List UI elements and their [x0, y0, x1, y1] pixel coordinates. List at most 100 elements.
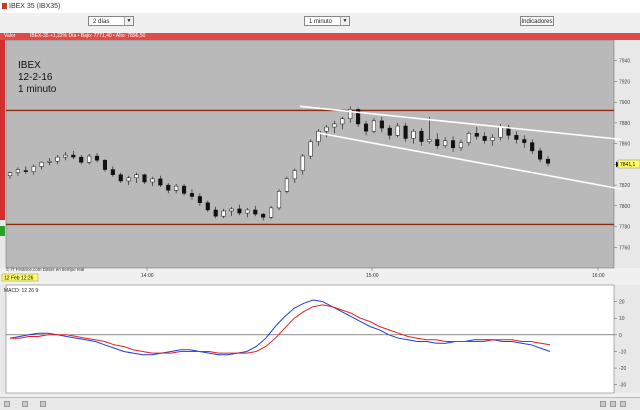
candle-body	[530, 142, 535, 152]
x-tick-label: 16:00	[592, 273, 605, 279]
settings-icon[interactable]	[620, 401, 626, 407]
interval-select[interactable]: 1 minuto ▼	[304, 16, 350, 26]
candle-body	[276, 191, 282, 209]
candle-body	[229, 208, 234, 212]
candle-body	[237, 208, 242, 214]
indicators-button[interactable]: Indicadores	[520, 16, 554, 26]
y-tick-label: 7940	[619, 59, 630, 65]
candle-body	[514, 135, 519, 140]
quote-status-bar: Valor IBEX-35 +1,22% Día • Bajo: 7771,40…	[0, 33, 640, 40]
candle-body	[79, 156, 84, 163]
y-tick-label: 7860	[619, 142, 630, 148]
app-icon	[2, 3, 7, 9]
interval-select-value: 1 minuto	[309, 19, 333, 25]
candle-body	[142, 174, 147, 183]
candle-body	[213, 209, 218, 217]
period-select[interactable]: 2 días ▼	[88, 16, 134, 26]
pan-left-icon[interactable]	[40, 401, 46, 407]
scroll-left-icon[interactable]	[600, 401, 606, 407]
candle-body	[395, 125, 400, 136]
candle-body	[118, 174, 123, 182]
candle-body	[466, 133, 471, 143]
candle-body	[55, 156, 60, 162]
candle-body	[166, 184, 171, 191]
candle-body	[134, 174, 139, 179]
price-badge: 7841,1	[620, 162, 636, 168]
candle-body	[269, 207, 274, 218]
candle-body	[71, 154, 76, 158]
y-tick-label: 7880	[619, 121, 630, 127]
candle-body	[15, 169, 20, 173]
chart-area: 7760778078007820784078607880790079207940…	[0, 40, 640, 394]
candle-body	[126, 177, 131, 182]
candle-body	[7, 172, 13, 177]
status-label: Valor	[4, 33, 16, 39]
chevron-down-icon[interactable]: ▼	[124, 17, 133, 25]
candle-body	[363, 123, 369, 132]
candle-body	[482, 136, 487, 141]
candle-body	[545, 158, 551, 164]
candle-body	[403, 125, 408, 139]
candle-body	[23, 170, 28, 172]
candle-body	[205, 202, 210, 211]
candle-body	[387, 127, 392, 136]
candle-body	[261, 213, 266, 218]
candle-body	[308, 141, 313, 157]
scroll-right-icon[interactable]	[610, 401, 616, 407]
candle-body	[197, 196, 202, 203]
status-quote: IBEX-35 +1,22% Día • Bajo: 7771,40 • Alt…	[30, 33, 146, 39]
zoom-out-icon[interactable]	[22, 401, 28, 407]
candle-body	[300, 155, 305, 171]
y-tick-label: 7780	[619, 225, 630, 231]
y-tick-label: 7760	[619, 245, 630, 251]
candle-body	[435, 139, 440, 146]
macd-panel: 20 10 0 -10 -20 -30	[0, 284, 640, 394]
candle-body	[411, 130, 416, 139]
y-tick-label: 7800	[619, 204, 630, 210]
candle-body	[451, 140, 456, 149]
candle-body	[253, 209, 258, 215]
price-panel: 7760778078007820784078607880790079207940…	[0, 40, 640, 279]
x-tick-label: 15:00	[366, 273, 379, 279]
candle-body	[87, 155, 92, 163]
annotation-line-3: 1 minuto	[18, 84, 57, 95]
candle-body	[110, 169, 115, 175]
candle-body	[371, 120, 376, 132]
zoom-in-icon[interactable]	[4, 401, 10, 407]
candle-body	[150, 178, 155, 183]
macd-y-tick-label: -10	[619, 349, 626, 355]
candle-body	[102, 159, 107, 170]
candle-body	[174, 185, 179, 191]
candle-body	[522, 139, 527, 143]
sell-strip	[0, 40, 5, 220]
macd-y-tick-label: -20	[619, 366, 626, 372]
candle-body	[284, 178, 289, 192]
candle-body	[47, 161, 52, 163]
date-badge: 12 Feb 12:26	[4, 276, 34, 282]
candle-body	[189, 193, 195, 197]
candle-body	[538, 150, 543, 160]
y-tick-label: 7900	[619, 100, 630, 106]
x-tick-label: 14:00	[141, 273, 154, 279]
candle-body	[340, 118, 345, 125]
macd-y-tick-label: 0	[619, 333, 622, 339]
period-select-value: 2 días	[93, 19, 110, 25]
buy-strip	[0, 226, 5, 236]
candle-body	[245, 209, 250, 214]
candle-body	[458, 142, 464, 149]
chevron-down-icon[interactable]: ▼	[340, 17, 349, 25]
candle-body	[39, 162, 44, 167]
candle-body	[94, 155, 100, 161]
candle-body	[158, 178, 163, 186]
candle-body	[419, 130, 424, 142]
window-titlebar: IBEX 35 (IBX35)	[0, 0, 640, 14]
candle-body	[379, 120, 384, 129]
data-credit: © IT Finance.com Datos en tiempo real	[6, 266, 84, 272]
macd-y-tick-label: -30	[619, 383, 626, 389]
annotation-line-2: 12-2-16	[18, 72, 53, 83]
macd-label: MACD: 12 26 9	[4, 288, 38, 294]
candle-body	[490, 137, 495, 141]
window-title: IBEX 35 (IBX35)	[9, 3, 61, 10]
candle-body	[221, 210, 226, 217]
candle-body	[63, 154, 68, 158]
